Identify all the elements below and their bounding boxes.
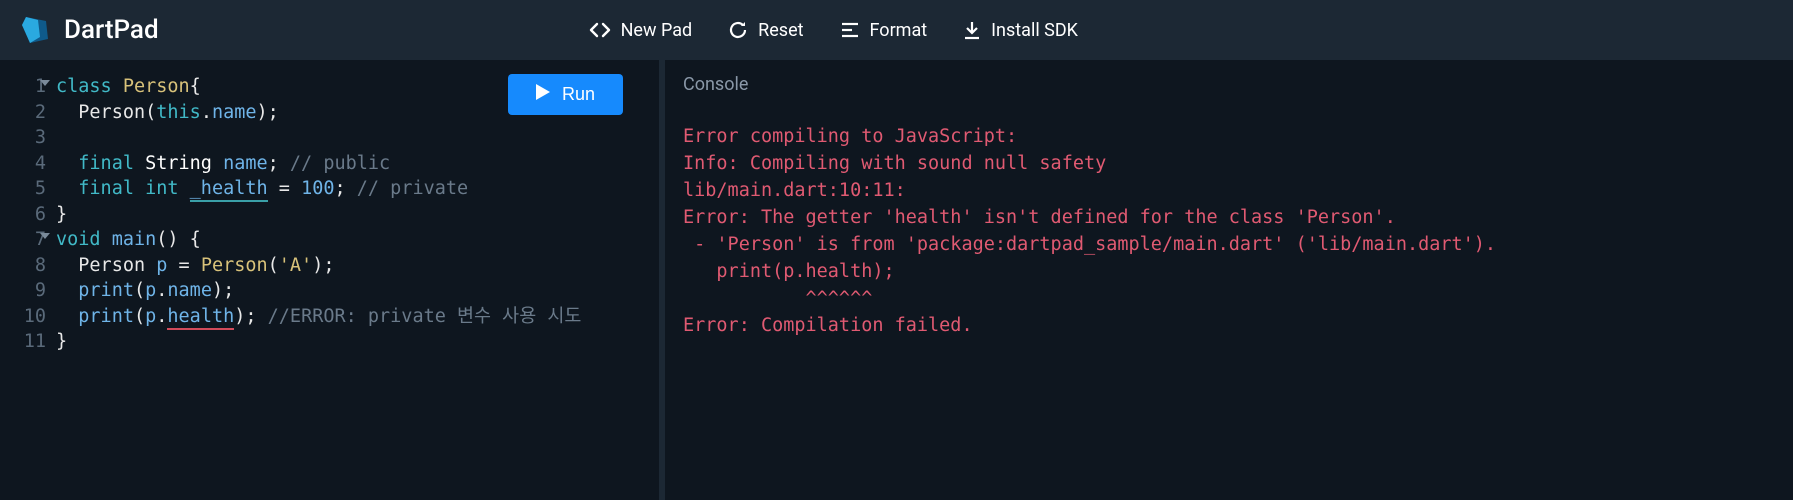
logo[interactable]: DartPad xyxy=(20,15,159,45)
format-label: Format xyxy=(870,20,928,41)
line-number: 2 xyxy=(0,100,46,126)
editor-pane: Run 1234567891011 class Person{ Person(t… xyxy=(0,60,659,500)
run-button[interactable]: Run xyxy=(508,74,623,115)
line-number: 1 xyxy=(0,74,46,100)
code-line[interactable] xyxy=(56,125,581,151)
code-icon xyxy=(589,21,611,39)
install-sdk-label: Install SDK xyxy=(991,20,1078,41)
line-number: 3 xyxy=(0,125,46,151)
format-icon xyxy=(840,21,860,39)
reset-label: Reset xyxy=(758,20,803,41)
console-title: Console xyxy=(683,74,1775,95)
code-line[interactable]: void main() { xyxy=(56,227,581,253)
reset-button[interactable]: Reset xyxy=(728,20,803,41)
code-line[interactable]: Person p = Person('A'); xyxy=(56,253,581,279)
code-line[interactable]: print(p.name); xyxy=(56,278,581,304)
code-line[interactable]: } xyxy=(56,202,581,228)
line-number: 10 xyxy=(0,304,46,330)
format-button[interactable]: Format xyxy=(840,20,928,41)
code-line[interactable]: class Person{ xyxy=(56,74,581,100)
code-line[interactable]: final int _health = 100; // private xyxy=(56,176,581,202)
new-pad-button[interactable]: New Pad xyxy=(589,20,693,41)
header: DartPad New Pad Reset Format Install SDK xyxy=(0,0,1793,60)
download-icon xyxy=(963,20,981,40)
line-number: 5 xyxy=(0,176,46,202)
code-line[interactable]: print(p.health); //ERROR: private 변수 사용 … xyxy=(56,304,581,330)
line-number: 4 xyxy=(0,151,46,177)
console-pane: Console Error compiling to JavaScript: I… xyxy=(665,60,1793,500)
fold-icon[interactable] xyxy=(40,233,50,239)
new-pad-label: New Pad xyxy=(621,20,693,41)
install-sdk-button[interactable]: Install SDK xyxy=(963,20,1078,41)
code-content[interactable]: class Person{ Person(this.name); final S… xyxy=(56,74,581,355)
gutter: 1234567891011 xyxy=(0,74,56,355)
code-line[interactable]: } xyxy=(56,329,581,355)
app-title: DartPad xyxy=(64,15,159,45)
run-label: Run xyxy=(562,84,595,105)
code-line[interactable]: Person(this.name); xyxy=(56,100,581,126)
play-icon xyxy=(536,84,550,105)
dart-logo-icon xyxy=(20,15,50,45)
line-number: 7 xyxy=(0,227,46,253)
console-output: Error compiling to JavaScript: Info: Com… xyxy=(683,123,1775,339)
line-number: 11 xyxy=(0,329,46,355)
code-editor[interactable]: 1234567891011 class Person{ Person(this.… xyxy=(0,74,659,355)
reset-icon xyxy=(728,20,748,40)
line-number: 8 xyxy=(0,253,46,279)
toolbar: New Pad Reset Format Install SDK xyxy=(589,20,1078,41)
main: Run 1234567891011 class Person{ Person(t… xyxy=(0,60,1793,500)
code-line[interactable]: final String name; // public xyxy=(56,151,581,177)
line-number: 9 xyxy=(0,278,46,304)
fold-icon[interactable] xyxy=(40,80,50,86)
line-number: 6 xyxy=(0,202,46,228)
